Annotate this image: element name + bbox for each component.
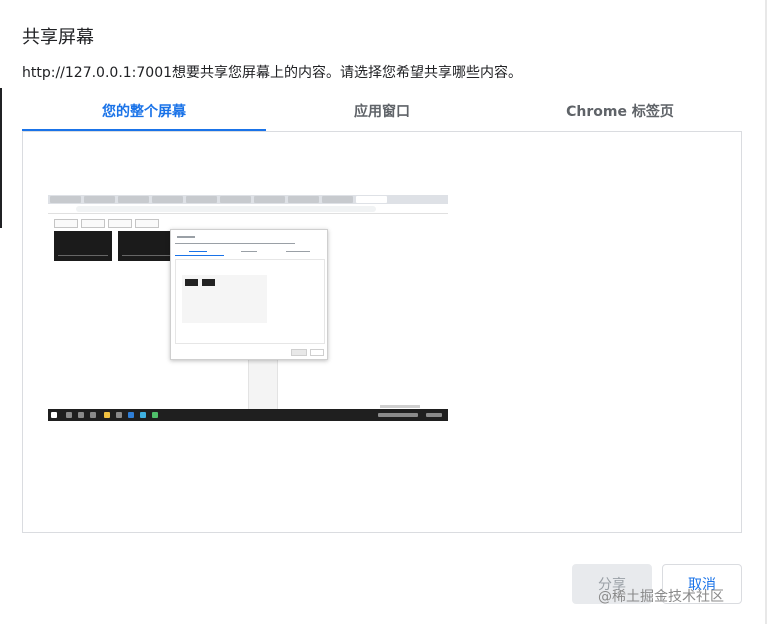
dialog-prompt: http://127.0.0.1:7001想要共享您屏幕上的内容。请选择您希望共… [22,65,523,81]
watermark: @稀土掘金技术社区 [598,589,724,605]
source-preview-panel [22,131,742,533]
thumbnail-video-2 [118,231,176,261]
share-screen-dialog: 共享屏幕 http://127.0.0.1:7001想要共享您屏幕上的内容。请选… [0,0,767,624]
screen-thumbnail[interactable] [48,195,448,421]
thumbnail-page [48,214,448,414]
thumbnail-nested-dialog [170,229,328,360]
thumbnail-taskbar [48,409,448,421]
dialog-title: 共享屏幕 [22,27,94,48]
tab-application-window[interactable]: 应用窗口 [260,98,504,132]
source-tabs: 您的整个屏幕 应用窗口 Chrome 标签页 [22,98,742,132]
thumbnail-browser-tabstrip [48,195,448,204]
tab-entire-screen[interactable]: 您的整个屏幕 [22,98,266,132]
tab-chrome-tab[interactable]: Chrome 标签页 [498,98,742,132]
thumbnail-video-1 [54,231,112,261]
thumbnail-address-bar [48,204,448,214]
